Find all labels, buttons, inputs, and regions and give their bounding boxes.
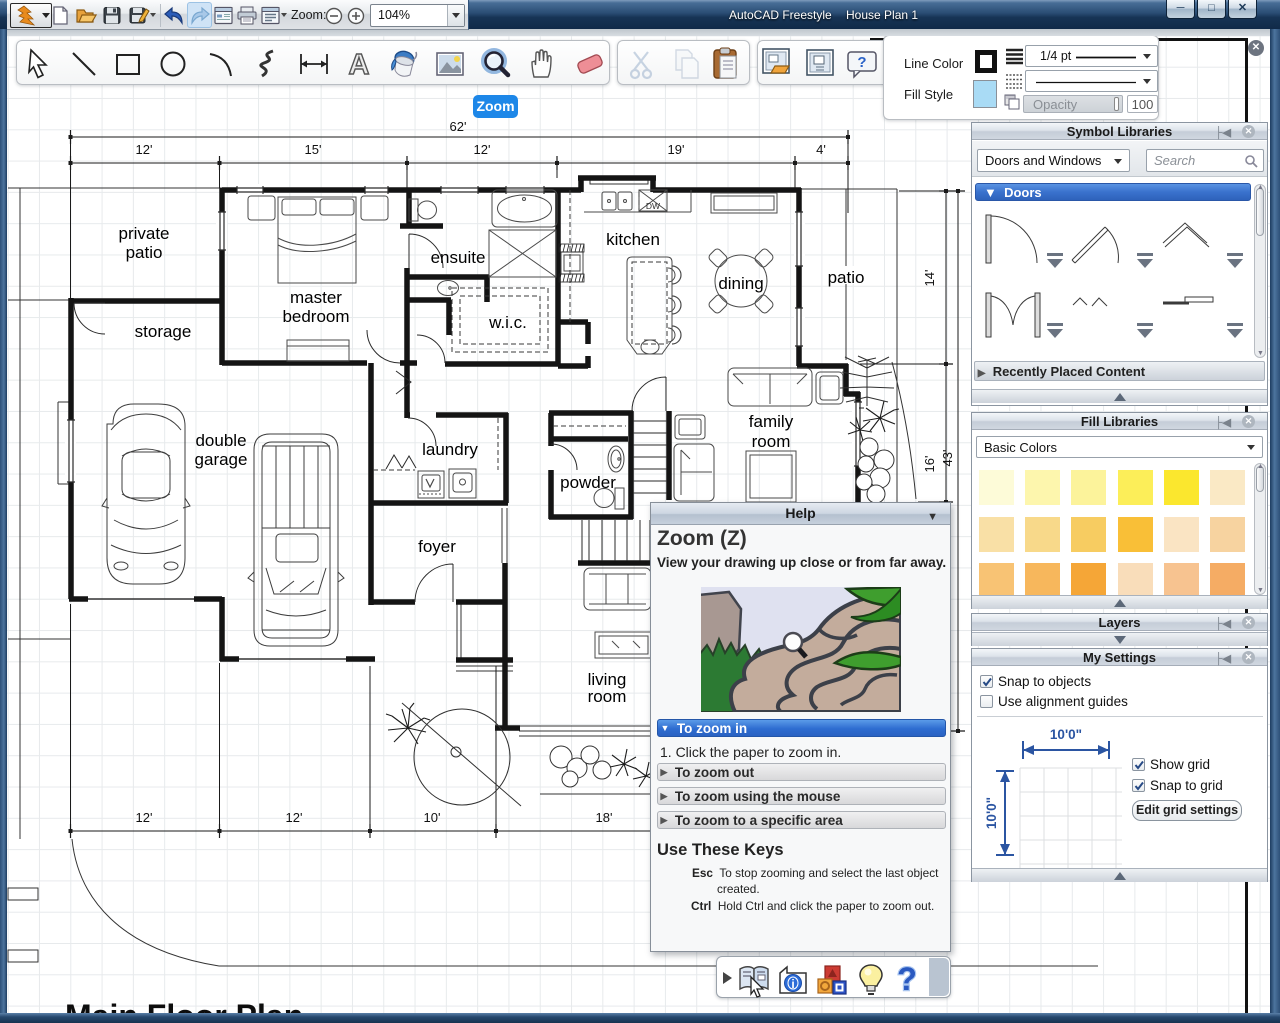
svg-text:A: A [349, 49, 370, 81]
svg-text:10'0": 10'0" [1050, 727, 1082, 742]
svg-text:?: ? [897, 962, 917, 997]
svg-text:?: ? [857, 54, 866, 71]
svg-text:i: i [791, 977, 794, 991]
svg-text:10'0": 10'0" [984, 797, 999, 829]
